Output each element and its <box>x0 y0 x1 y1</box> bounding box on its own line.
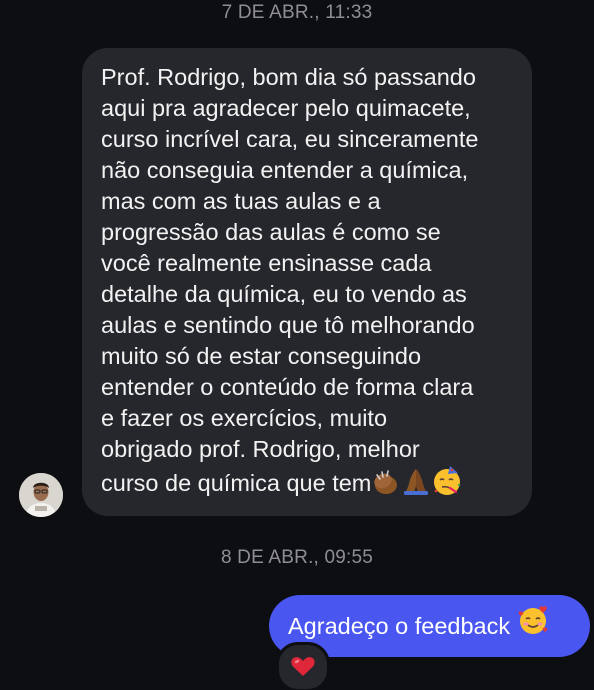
reaction-badge[interactable] <box>276 642 330 690</box>
message-line: mas com as tuas aulas e a <box>101 188 381 214</box>
red-heart-icon <box>291 657 315 676</box>
message-line: entender o conteúdo de forma clara <box>101 374 474 400</box>
timestamp: 8 DE ABR., 09:55 <box>220 547 374 568</box>
chat-screen: 7 DE ABR., 11:33 Prof. Rodrigo, bom dia … <box>0 0 594 690</box>
message-line: progressão das aulas é como se <box>101 219 441 245</box>
message-line: não conseguia entender a química, <box>101 157 469 183</box>
folded-hands-icon <box>401 466 431 504</box>
incoming-message-bubble[interactable]: Prof. Rodrigo, bom dia só passando aqui … <box>82 48 532 516</box>
message-line-text: curso de química que tem <box>101 470 372 497</box>
message-line-last: curso de química que tem <box>101 465 516 505</box>
smiling-face-with-hearts-icon <box>517 597 549 659</box>
sender-avatar[interactable] <box>19 473 63 517</box>
message-line: obrigado prof. Rodrigo, melhor <box>101 436 420 462</box>
timestamp: 7 DE ABR., 11:33 <box>221 2 373 23</box>
message-line: muito só de estar conseguindo <box>101 343 422 369</box>
message-line: detalhe da química, eu to vendo as <box>101 281 467 307</box>
message-line: curso incrível cara, eu sinceramente <box>101 126 479 152</box>
partying-face-icon <box>431 465 463 505</box>
outgoing-message-text: Agradeço o feedback <box>288 613 511 639</box>
message-line: você realmente ensinasse cada <box>101 250 432 276</box>
message-line: aqui pra agradecer pelo quimacete, <box>101 95 471 121</box>
clapping-hands-icon <box>371 466 401 504</box>
message-line: e fazer os exercícios, muito <box>101 405 388 431</box>
message-line: aulas e sentindo que tô melhorando <box>101 312 475 338</box>
message-line: Prof. Rodrigo, bom dia só passando <box>101 64 476 90</box>
